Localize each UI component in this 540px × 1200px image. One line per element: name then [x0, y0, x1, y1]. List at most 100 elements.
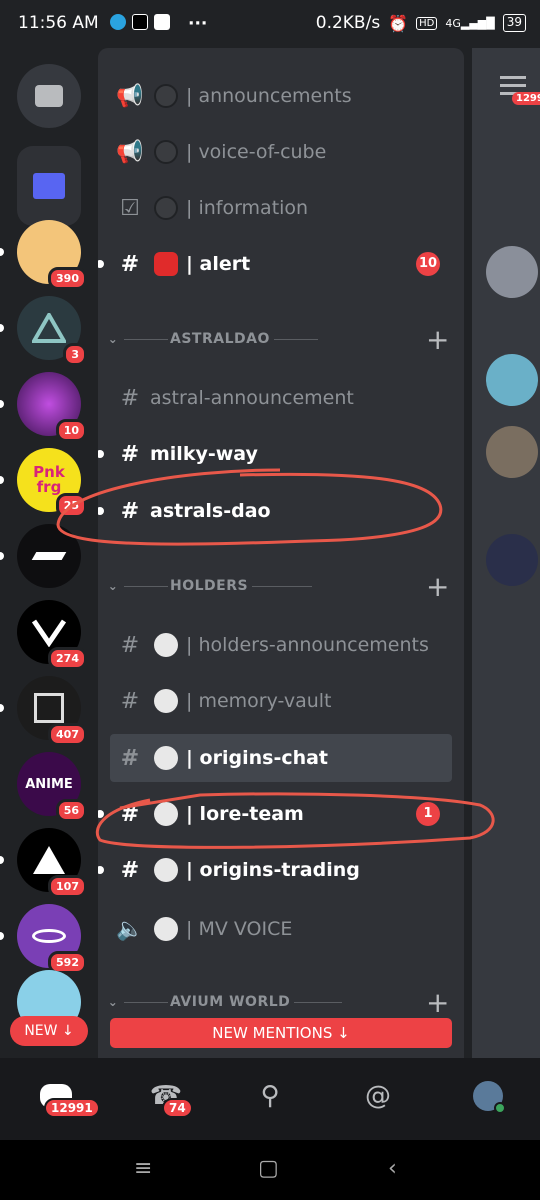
telegram-icon	[110, 14, 126, 30]
unread-indicator	[0, 400, 4, 408]
category-avium-world[interactable]: ⌄ AVIUM WORLD +	[98, 986, 464, 1019]
channel-alert[interactable]: # | alert 10	[98, 242, 452, 286]
unread-indicator	[98, 866, 104, 874]
channel-voice-of-cube[interactable]: 📢 | voice-of-cube	[110, 130, 452, 174]
add-channel-icon[interactable]: +	[426, 570, 450, 603]
friends-tab[interactable]: ☎ 74	[146, 1076, 193, 1118]
category-astraldao[interactable]: ⌄ ASTRALDAO +	[98, 323, 464, 356]
new-mentions-button[interactable]: NEW MENTIONS ↓	[110, 1018, 452, 1048]
status-dot	[154, 746, 178, 770]
hash-icon: #	[120, 251, 140, 277]
channel-name: | origins-trading	[186, 859, 360, 881]
channel-name: | memory-vault	[186, 690, 332, 712]
chat-peek[interactable]: 1299	[472, 48, 540, 1058]
server-badge: 274	[48, 647, 87, 670]
avatar[interactable]	[486, 534, 538, 586]
search-tab[interactable]: ⚲	[250, 1076, 290, 1116]
locked-hash-icon: #	[120, 801, 140, 827]
locked-hash-icon: #	[120, 688, 140, 714]
unread-indicator	[0, 856, 4, 864]
new-unreads-button[interactable]: NEW ↓	[10, 1016, 88, 1046]
server-folder[interactable]	[17, 146, 81, 226]
server-icon-3[interactable]: 10	[0, 372, 87, 442]
server-badge: 407	[48, 723, 87, 746]
recents-icon[interactable]: ≡	[134, 1156, 152, 1181]
status-bar: 11:56 AM ··· 0.2KB/s ⏰ HD 4G▂▄▆█ 39	[0, 0, 540, 48]
channel-milky-way[interactable]: # milky-way	[98, 432, 452, 476]
battery-icon: 39	[502, 14, 526, 32]
channel-name: | information	[186, 197, 309, 219]
network-speed: 0.2KB/s	[315, 13, 381, 33]
server-badge: 3	[63, 343, 87, 366]
slash-logo-icon	[31, 552, 67, 560]
system-navigation: ≡ ▢ ‹	[0, 1140, 540, 1200]
server-icon-6[interactable]: 274	[17, 600, 87, 670]
status-dot	[154, 196, 178, 220]
qr-logo-icon	[34, 693, 64, 723]
channel-name: | alert	[186, 253, 251, 275]
triangle-logo-icon	[32, 313, 66, 343]
channel-lore-team[interactable]: # | lore-team 1	[98, 792, 452, 836]
avatar[interactable]	[486, 426, 538, 478]
channel-list: 📢 | announcements 📢 | voice-of-cube ☑ | …	[98, 48, 464, 1058]
profile-tab[interactable]	[468, 1076, 508, 1116]
unread-indicator	[98, 507, 104, 515]
at-icon: @	[365, 1081, 391, 1111]
server-icon-1[interactable]: 390	[0, 220, 87, 290]
triangle-logo-icon	[33, 846, 65, 874]
server-logo-text: Pnk frg	[33, 463, 65, 496]
chat-icon	[35, 85, 63, 107]
server-icon-anime[interactable]: ANIME 56	[17, 752, 87, 822]
gmail-icon	[154, 14, 170, 30]
unread-indicator	[0, 324, 4, 332]
home-icon[interactable]: ▢	[258, 1156, 279, 1181]
channel-mv-voice[interactable]: 🔈 | MV VOICE	[110, 907, 452, 951]
avatar[interactable]	[486, 354, 538, 406]
add-channel-icon[interactable]: +	[426, 323, 450, 356]
server-icon-5[interactable]	[0, 524, 81, 588]
channel-information[interactable]: ☑ | information	[110, 186, 452, 230]
channel-memory-vault[interactable]: # | memory-vault	[110, 679, 452, 723]
home-tab[interactable]: 12991	[36, 1076, 100, 1118]
locked-hash-icon: #	[120, 498, 140, 524]
signal-icon: 4G▂▄▆█	[445, 16, 495, 30]
hamburger-menu-icon[interactable]	[500, 76, 526, 79]
channel-name: | MV VOICE	[186, 918, 293, 940]
server-logo-text: ANIME	[25, 776, 73, 792]
channel-holders-announcements[interactable]: # | holders-announcements	[110, 623, 452, 667]
alarm-icon: ⏰	[388, 13, 409, 33]
direct-messages-button[interactable]	[17, 64, 81, 128]
hd-icon: HD	[416, 16, 438, 30]
chevron-down-icon: ⌄	[107, 332, 119, 346]
online-status-icon	[494, 1102, 506, 1114]
server-icon-7[interactable]: 407	[0, 676, 87, 746]
channel-origins-trading[interactable]: # | origins-trading	[98, 848, 452, 892]
server-badge: 25	[55, 493, 87, 518]
mentions-tab[interactable]: @	[358, 1076, 398, 1116]
channel-astrals-dao[interactable]: # astrals-dao	[98, 489, 452, 533]
locked-hash-icon: #	[120, 745, 140, 771]
hash-icon: #	[120, 441, 140, 467]
server-icon-9[interactable]: 107	[0, 828, 87, 898]
avatar[interactable]	[486, 246, 538, 298]
server-icon-pnk-frg[interactable]: Pnk frg 25	[0, 448, 87, 518]
channel-announcements[interactable]: 📢 | announcements	[110, 74, 452, 118]
more-notifications-icon: ···	[188, 14, 208, 34]
channel-astral-announcement[interactable]: # astral-announcement	[110, 376, 452, 420]
unread-indicator	[98, 810, 104, 818]
category-holders[interactable]: ⌄ HOLDERS +	[98, 570, 464, 603]
channel-origins-chat[interactable]: # | origins-chat	[110, 734, 452, 782]
channel-name: | lore-team	[186, 803, 304, 825]
add-channel-icon[interactable]: +	[426, 986, 450, 1019]
rules-icon: ☑	[120, 195, 140, 221]
back-icon[interactable]: ‹	[388, 1156, 397, 1181]
peek-badge: 1299	[512, 92, 540, 105]
channel-name: | voice-of-cube	[186, 141, 327, 163]
server-icon-2[interactable]: 3	[0, 296, 87, 366]
v-logo-icon	[31, 619, 67, 647]
category-name: ASTRALDAO	[170, 331, 270, 347]
search-icon: ⚲	[260, 1081, 280, 1111]
channel-name: | origins-chat	[186, 747, 329, 769]
server-icon-10[interactable]: 592	[0, 904, 87, 974]
channel-name: milky-way	[150, 443, 258, 465]
